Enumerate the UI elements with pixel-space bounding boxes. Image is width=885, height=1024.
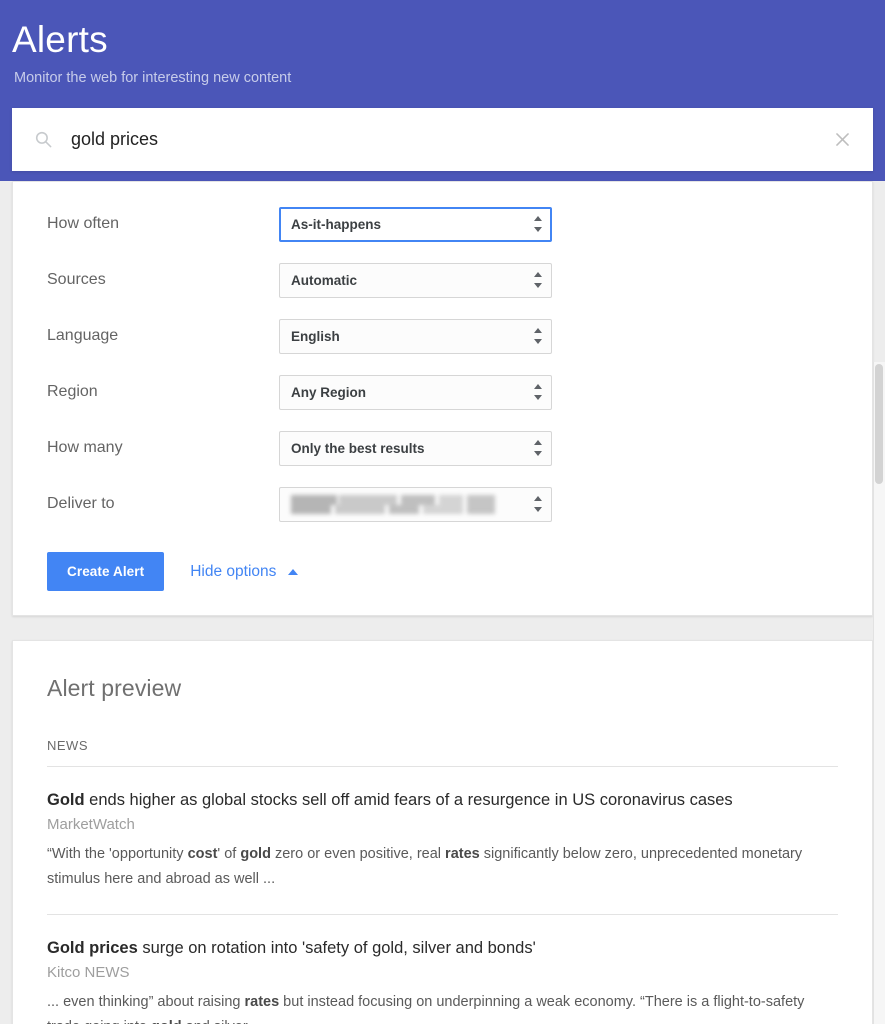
option-row-language: Language English [13,308,872,364]
option-select-wrapper: English [279,318,552,354]
preview-result-item: Gold ends higher as global stocks sell o… [47,789,838,892]
alerts-page: Alerts Monitor the web for interesting n… [0,0,885,1024]
hide-options-label: Hide options [190,562,277,580]
alert-actions: Create Alert Hide options [13,532,872,591]
option-label: Deliver to [47,495,115,512]
select-how-often[interactable]: As-it-happens [279,206,552,242]
page-title: Alerts [12,19,108,60]
preview-title: Alert preview [47,675,182,701]
option-row-deliver-to: Deliver to [13,476,872,532]
select-language[interactable]: English [279,318,552,354]
result-source: Kitco NEWS [47,964,130,981]
select-value: Automatic [291,272,358,288]
option-select-wrapper: Automatic [279,262,552,298]
option-select-wrapper [279,486,552,522]
chevron-up-icon [288,568,299,575]
card-separator [0,616,885,640]
page-subtitle: Monitor the web for interesting new cont… [14,70,292,86]
result-title[interactable]: Gold prices surge on rotation into 'safe… [47,937,838,959]
page-header: Alerts Monitor the web for interesting n… [0,0,885,181]
option-label: How often [47,215,120,232]
result-title[interactable]: Gold ends higher as global stocks sell o… [47,789,838,811]
preview-divider [47,766,838,767]
select-region[interactable]: Any Region [279,374,552,410]
result-source: MarketWatch [47,816,135,833]
preview-section-label: NEWS [47,738,88,753]
alert-options-list: How often As-it-happens Sources Automatic La… [13,196,872,532]
select-sources[interactable]: Automatic [279,262,552,298]
option-row-how-often: How often As-it-happens [13,196,872,252]
option-select-wrapper: As-it-happens [279,206,552,242]
result-divider [47,914,838,915]
option-row-sources: Sources Automatic [13,252,872,308]
close-icon[interactable] [829,127,855,153]
preview-result-item: Gold prices surge on rotation into 'safe… [47,937,838,1024]
redacted-email-value [291,494,495,514]
option-select-wrapper: Only the best results [279,430,552,466]
alert-preview-card: Alert preview NEWS Gold ends higher as g… [12,640,873,1024]
option-row-how-many: How many Only the best results [13,420,872,476]
option-label: Region [47,383,98,400]
result-snippet: “With the 'opportunity cost' of gold zer… [47,846,803,887]
search-icon [34,130,53,149]
select-how-many[interactable]: Only the best results [279,430,552,466]
select-deliver-to[interactable] [279,486,552,522]
result-snippet: ... even thinking” about raising rates b… [47,994,805,1024]
option-label: Language [47,327,119,344]
search-bar[interactable] [12,108,873,171]
search-input[interactable] [71,129,829,150]
select-value: Any Region [291,384,367,400]
page-body: How often As-it-happens Sources Automatic La… [0,181,885,1024]
select-value: English [291,328,340,344]
option-label: How many [47,439,123,456]
select-value: Only the best results [291,440,425,456]
page-scrollbar[interactable] [873,362,885,1024]
scrollbar-thumb[interactable] [875,364,883,484]
create-alert-button[interactable]: Create Alert [47,552,165,591]
select-value: As-it-happens [291,216,382,232]
option-select-wrapper: Any Region [279,374,552,410]
hide-options-toggle[interactable]: Hide options [190,562,299,581]
option-row-region: Region Any Region [13,364,872,420]
option-label: Sources [47,271,106,288]
alert-options-card: How often As-it-happens Sources Automatic La… [12,181,873,616]
preview-result-list: Gold ends higher as global stocks sell o… [47,789,838,1024]
